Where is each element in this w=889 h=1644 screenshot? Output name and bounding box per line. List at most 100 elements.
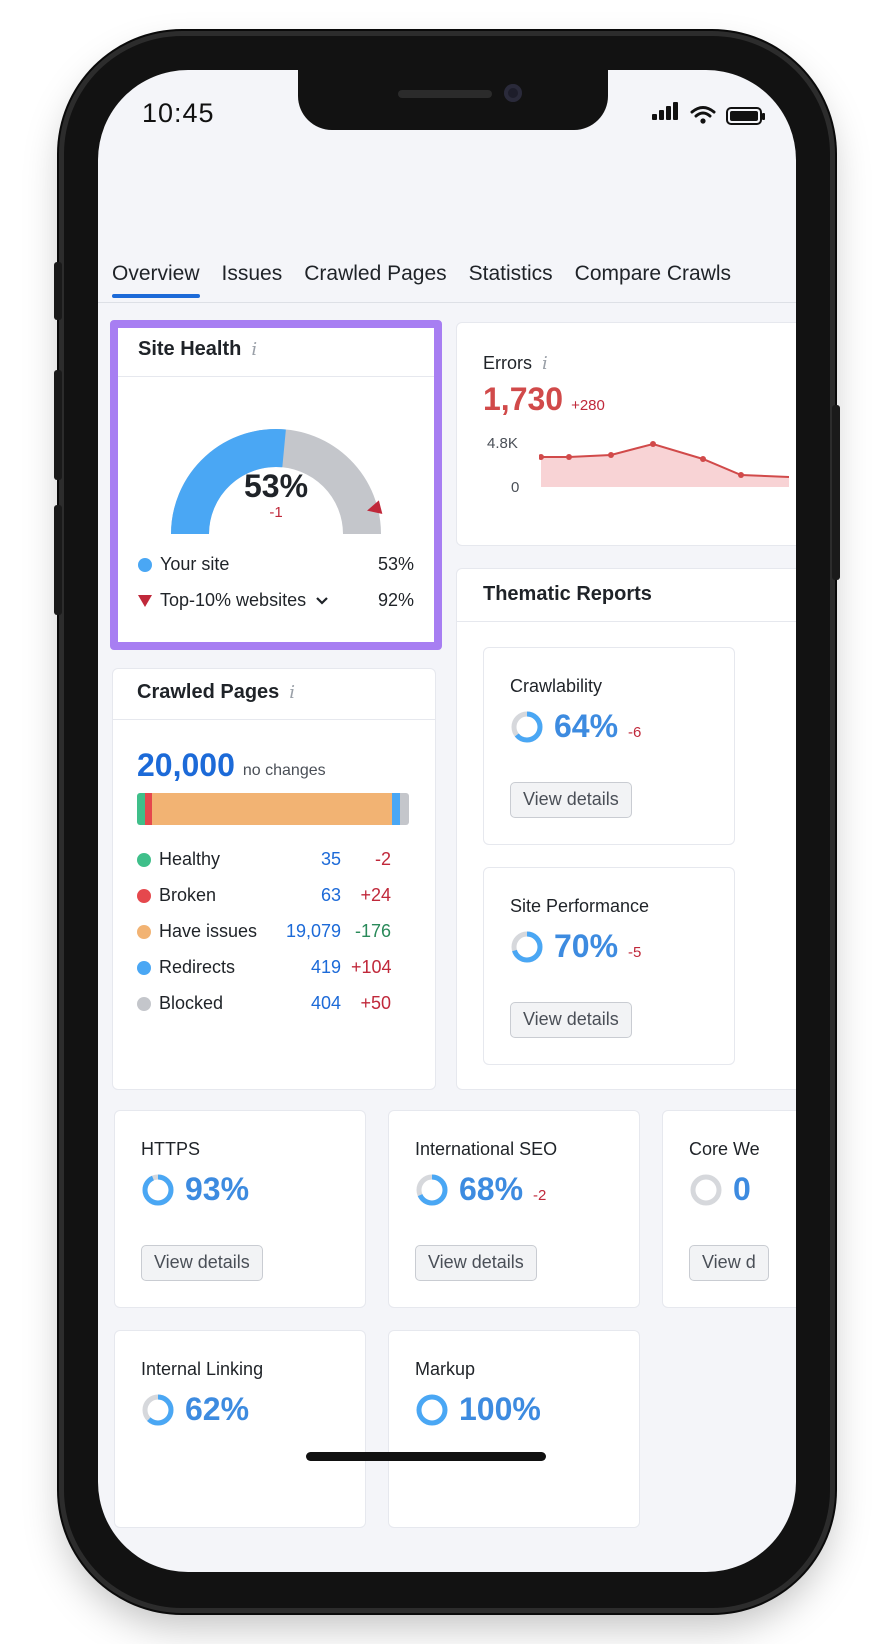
speaker — [398, 90, 492, 98]
site-performance-view-details-button[interactable]: View details — [510, 1002, 632, 1038]
stat-label: Redirects — [159, 957, 236, 977]
stat-value[interactable]: 35 — [271, 849, 341, 870]
camera — [504, 84, 522, 102]
stat-label: Healthy — [159, 849, 221, 869]
progress-ring-icon — [142, 1174, 174, 1205]
bar-redirects — [392, 793, 400, 825]
tab-statistics[interactable]: Statistics — [469, 262, 553, 298]
https-value: 93% — [185, 1171, 250, 1207]
international-seo-delta: -2 — [533, 1187, 547, 1204]
site-health-highlight — [110, 320, 442, 650]
site-performance-card[interactable]: Site Performance 70% -5 View details — [483, 867, 735, 1065]
status-icons — [652, 102, 765, 125]
battery-icon — [726, 107, 765, 125]
https-view-details-button[interactable]: View details — [141, 1245, 263, 1281]
stat-value[interactable]: 404 — [271, 993, 341, 1014]
wifi-icon — [690, 106, 716, 124]
core-web-vitals-label: Core We — [689, 1139, 760, 1159]
internal-linking-card[interactable]: Internal Linking 62% — [114, 1330, 366, 1528]
side-button-power — [832, 405, 840, 580]
crawled-pages-card[interactable]: Crawled Pages i 20,000 no changes Healthy… — [112, 668, 436, 1090]
international-seo-label: International SEO — [415, 1139, 558, 1159]
crawlability-value: 64% — [554, 708, 619, 744]
side-button-volume-down — [54, 505, 62, 615]
thematic-reports-card: Thematic Reports Crawlability 64% -6 Vie… — [456, 568, 796, 1090]
stat-row-redirects[interactable]: Redirects 419 +104 — [137, 957, 392, 978]
stat-row-healthy[interactable]: Healthy 35 -2 — [137, 849, 391, 870]
stat-value[interactable]: 19,079 — [271, 921, 341, 942]
crawlability-view-details-button[interactable]: View details — [510, 782, 632, 818]
crawled-pages-title: Crawled Pages — [137, 681, 280, 703]
side-button-volume-up — [54, 370, 62, 480]
bar-blocked — [400, 793, 409, 825]
have-issues-dot — [137, 924, 151, 939]
internal-linking-label: Internal Linking — [141, 1359, 264, 1379]
stat-label: Have issues — [159, 921, 258, 941]
bar-healthy — [137, 793, 145, 825]
info-icon[interactable]: i — [289, 682, 295, 703]
core-web-vitals-value: 0 — [733, 1171, 751, 1207]
crawled-pages-note: no changes — [242, 762, 326, 779]
info-icon[interactable]: i — [542, 353, 548, 374]
stat-change: -2 — [374, 849, 391, 869]
stat-row-have-issues[interactable]: Have issues 19,079 -176 — [137, 921, 391, 942]
https-label: HTTPS — [141, 1139, 201, 1159]
stat-value[interactable]: 63 — [271, 885, 341, 906]
notch — [298, 70, 608, 130]
crawlability-label: Crawlability — [510, 676, 603, 696]
stat-row-broken[interactable]: Broken 63 +24 — [137, 885, 391, 906]
progress-ring-icon — [690, 1174, 722, 1205]
side-button-mute — [54, 262, 62, 320]
errors-title: Errors — [483, 353, 532, 373]
markup-card[interactable]: Markup 100% — [388, 1330, 640, 1528]
crawlability-card[interactable]: Crawlability 64% -6 View details — [483, 647, 735, 845]
core-web-vitals-card[interactable]: Core We 0 View d — [662, 1110, 796, 1308]
site-performance-value: 70% — [554, 928, 619, 964]
tab-compare-crawls[interactable]: Compare Crawls — [575, 262, 731, 298]
progress-ring-icon — [511, 711, 543, 742]
thematic-reports-title: Thematic Reports — [483, 583, 652, 605]
errors-card[interactable]: Errors i 1,730 +280 4.8K 0 — [456, 322, 796, 546]
home-indicator[interactable] — [306, 1452, 546, 1461]
stat-value[interactable]: 419 — [271, 957, 341, 978]
internal-linking-value: 62% — [185, 1391, 250, 1427]
stat-change: -176 — [354, 921, 391, 941]
bar-have-issues — [152, 793, 392, 825]
progress-ring-icon — [142, 1394, 174, 1425]
tab-bar: Overview Issues Crawled Pages Statistics… — [112, 262, 731, 298]
bar-broken — [145, 793, 152, 825]
phone-screen: 10:45 Overview Issues Crawled Pages Stat… — [98, 70, 796, 1572]
errors-y-min: 0 — [511, 479, 520, 496]
progress-ring-icon — [416, 1174, 448, 1205]
tabs-divider — [98, 302, 796, 303]
stat-change: +24 — [360, 885, 391, 905]
progress-ring-icon — [416, 1394, 448, 1425]
site-performance-delta: -5 — [628, 944, 642, 961]
tab-overview[interactable]: Overview — [112, 262, 200, 298]
errors-delta: +280 — [571, 397, 605, 414]
site-performance-label: Site Performance — [510, 896, 650, 916]
crawlability-delta: -6 — [628, 724, 642, 741]
international-seo-card[interactable]: International SEO 68% -2 View details — [388, 1110, 640, 1308]
signal-icon — [652, 102, 680, 125]
international-seo-view-details-button[interactable]: View details — [415, 1245, 537, 1281]
crawled-pages-total[interactable]: 20,000 — [137, 747, 235, 784]
errors-y-max: 4.8K — [487, 435, 518, 452]
stat-label: Broken — [159, 885, 217, 905]
broken-dot — [137, 888, 151, 903]
international-seo-value: 68% — [459, 1171, 524, 1207]
progress-ring-icon — [511, 931, 543, 962]
errors-sparkline — [539, 441, 789, 487]
errors-value: 1,730 — [483, 381, 564, 417]
core-web-vitals-view-details-button[interactable]: View d — [689, 1245, 769, 1281]
markup-label: Markup — [415, 1359, 476, 1379]
tab-issues[interactable]: Issues — [222, 262, 283, 298]
stat-row-blocked[interactable]: Blocked 404 +50 — [137, 993, 391, 1014]
card-divider — [457, 621, 796, 622]
stat-label: Blocked — [159, 993, 224, 1013]
tab-crawled-pages[interactable]: Crawled Pages — [304, 262, 446, 298]
crawled-pages-bar — [137, 793, 409, 825]
stat-change: +50 — [360, 993, 391, 1013]
https-card[interactable]: HTTPS 93% View details — [114, 1110, 366, 1308]
markup-value: 100% — [459, 1391, 541, 1427]
